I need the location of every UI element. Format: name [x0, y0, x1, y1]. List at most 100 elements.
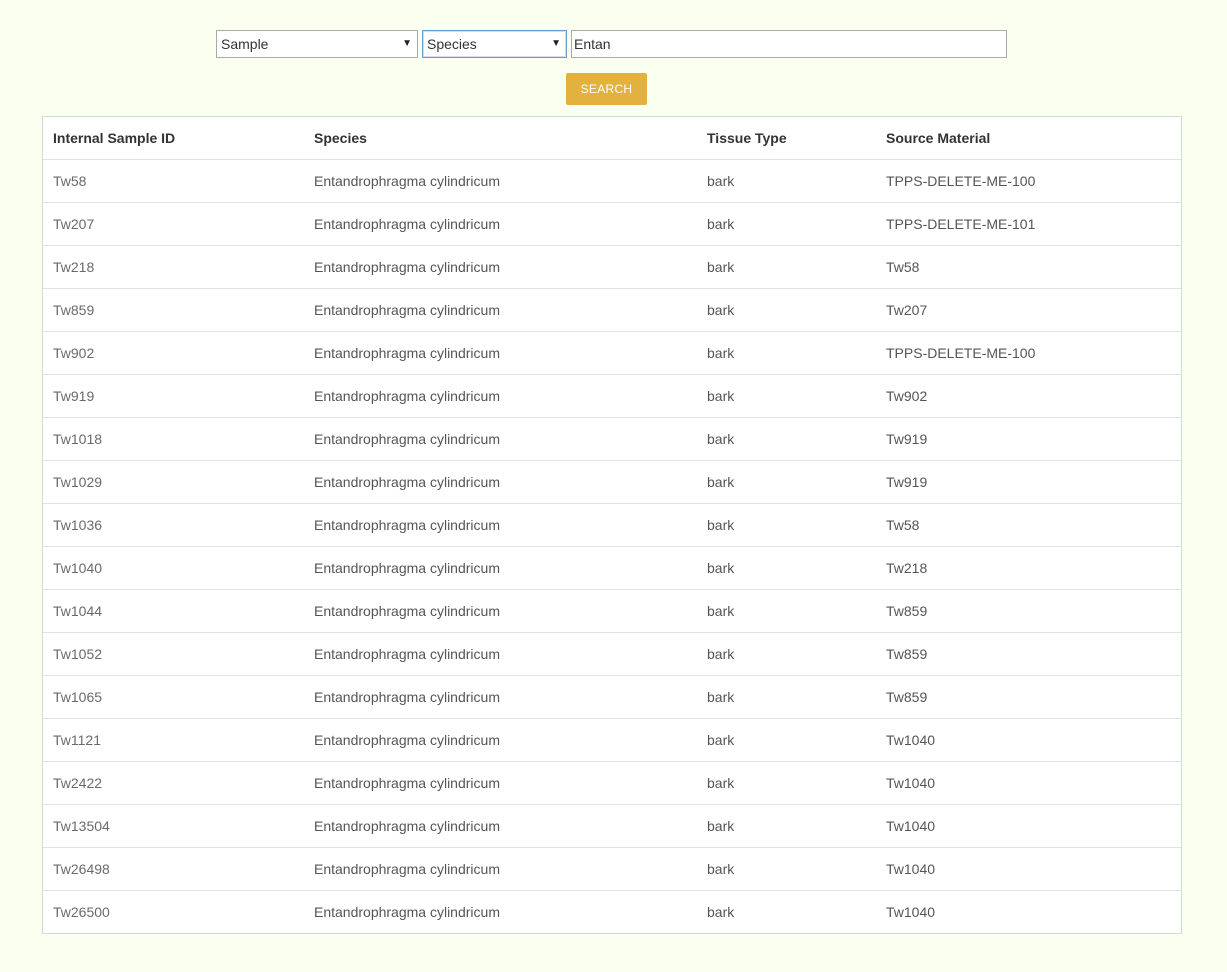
- sample-id-cell[interactable]: Tw1018: [43, 417, 304, 461]
- source-material-cell: Tw1040: [876, 718, 1181, 762]
- species-cell: Entandrophragma cylindricum: [304, 331, 697, 375]
- tissue-type-cell: bark: [697, 374, 876, 418]
- sample-id-cell[interactable]: Tw902: [43, 331, 304, 375]
- table-row[interactable]: Tw919 Entandrophragma cylindricum bark Tw90…: [43, 374, 1181, 418]
- sample-id-cell[interactable]: Tw1029: [43, 460, 304, 504]
- source-material-cell: TPPS-DELETE-ME-100: [876, 159, 1181, 203]
- filter-select[interactable]: Species ▼: [422, 30, 567, 58]
- tissue-type-cell: bark: [707, 904, 735, 920]
- table-row[interactable]: Tw1040 Entandrophragma cylindricum bark Tw2…: [43, 546, 1181, 590]
- species-cell: Entandrophragma cylindricum: [304, 804, 697, 848]
- tissue-type-cell: bark: [697, 718, 876, 762]
- source-material-cell: Tw902: [876, 374, 1181, 418]
- species-cell: Entandrophragma cylindricum: [304, 417, 697, 461]
- sample-id-cell[interactable]: Tw2422: [43, 761, 304, 805]
- source-material-cell: Tw859: [876, 632, 1181, 676]
- species-cell: Entandrophragma cylindricum: [304, 374, 697, 418]
- tissue-type-cell: bark: [697, 159, 876, 203]
- source-material-cell: Tw207: [876, 288, 1181, 332]
- field-select-value: Sample: [221, 36, 269, 52]
- tissue-type-cell: bark: [697, 288, 876, 332]
- table-row[interactable]: Tw1036 Entandrophragma cylindricum bark Tw5…: [43, 503, 1181, 547]
- table-row[interactable]: Tw13504 Entandrophragma cylindricum bark Tw…: [43, 804, 1181, 848]
- source-material-cell: Tw1040: [886, 904, 936, 920]
- table-row[interactable]: Tw218 Entandrophragma cylindricum bark Tw58: [43, 245, 1181, 289]
- sample-id-cell[interactable]: Tw919: [43, 374, 304, 418]
- sample-id-cell[interactable]: Tw218: [43, 245, 304, 289]
- source-material-cell: Tw1040: [876, 847, 1181, 891]
- column-header-tissue-type[interactable]: Tissue Type: [697, 117, 876, 160]
- species-cell: Entandrophragma cylindricum: [304, 761, 697, 805]
- table-row[interactable]: Tw859 Entandrophragma cylindricum bark Tw20…: [43, 288, 1181, 332]
- sample-id-cell[interactable]: Tw26498: [43, 847, 304, 891]
- sample-id-cell[interactable]: Tw1065: [43, 675, 304, 719]
- chevron-down-icon: ▼: [551, 38, 561, 49]
- tissue-type-cell: bark: [697, 202, 876, 246]
- column-header-sample-id[interactable]: Internal Sample ID: [43, 117, 304, 160]
- tissue-type-cell: bark: [697, 460, 876, 504]
- sample-id-cell[interactable]: Tw859: [43, 288, 304, 332]
- sample-id-cell[interactable]: Tw13504: [43, 804, 304, 848]
- table-row[interactable]: Tw1018 Entandrophragma cylindricum bark Tw9…: [43, 417, 1181, 461]
- table-row[interactable]: Tw1065 Entandrophragma cylindricum bark Tw8…: [43, 675, 1181, 719]
- source-material-cell: Tw58: [876, 245, 1181, 289]
- field-select[interactable]: Sample ▼: [216, 30, 418, 58]
- search-button[interactable]: SEARCH: [566, 73, 647, 105]
- search-bar: Sample ▼ Species ▼: [216, 30, 1007, 58]
- sample-id-cell[interactable]: Tw1121: [43, 718, 304, 762]
- species-cell: Entandrophragma cylindricum: [304, 718, 697, 762]
- source-material-cell: TPPS-DELETE-ME-101: [876, 202, 1181, 246]
- tissue-type-cell: bark: [697, 417, 876, 461]
- tissue-type-cell: bark: [697, 675, 876, 719]
- table-row[interactable]: Tw26498 Entandrophragma cylindricum bark Tw…: [43, 847, 1181, 891]
- sample-id-cell[interactable]: Tw58: [43, 159, 304, 203]
- table-body: Tw58 Entandrophragma cylindricum bark TPPS-…: [43, 159, 1181, 934]
- sample-id-cell[interactable]: Tw1036: [43, 503, 304, 547]
- filter-select-value: Species: [427, 36, 477, 52]
- tissue-type-cell: bark: [697, 847, 876, 891]
- species-cell: Entandrophragma cylindricum: [304, 460, 697, 504]
- tissue-type-cell: bark: [697, 589, 876, 633]
- source-material-cell: TPPS-DELETE-ME-100: [876, 331, 1181, 375]
- species-cell: Entandrophragma cylindricum: [304, 503, 697, 547]
- column-header-species[interactable]: Species: [304, 117, 697, 160]
- table-row[interactable]: Tw26500 Entandrophragma cylindricum bark Tw…: [43, 891, 1181, 934]
- sample-id-cell[interactable]: Tw1040: [43, 546, 304, 590]
- table-header-row: Internal Sample ID Species Tissue Type S…: [43, 117, 1181, 160]
- species-cell: Entandrophragma cylindricum: [304, 159, 697, 203]
- species-cell: Entandrophragma cylindricum: [304, 675, 697, 719]
- species-cell: Entandrophragma cylindricum: [304, 202, 697, 246]
- species-cell: Entandrophragma cylindricum: [304, 288, 697, 332]
- sample-id-cell[interactable]: Tw1052: [43, 632, 304, 676]
- table-row[interactable]: Tw2422 Entandrophragma cylindricum bark Tw1…: [43, 761, 1181, 805]
- table-row[interactable]: Tw902 Entandrophragma cylindricum bark TPPS…: [43, 331, 1181, 375]
- sample-id-cell[interactable]: Tw1044: [43, 589, 304, 633]
- chevron-down-icon: ▼: [402, 38, 412, 49]
- tissue-type-cell: bark: [697, 632, 876, 676]
- tissue-type-cell: bark: [697, 546, 876, 590]
- column-header-source-material[interactable]: Source Material: [876, 117, 1181, 160]
- sample-id-cell[interactable]: Tw207: [43, 202, 304, 246]
- table-row[interactable]: Tw1052 Entandrophragma cylindricum bark Tw8…: [43, 632, 1181, 676]
- source-material-cell: Tw1040: [876, 761, 1181, 805]
- table-row[interactable]: Tw1121 Entandrophragma cylindricum bark Tw1…: [43, 718, 1181, 762]
- search-input[interactable]: [571, 30, 1007, 58]
- tissue-type-cell: bark: [697, 245, 876, 289]
- table-row[interactable]: Tw1044 Entandrophragma cylindricum bark Tw8…: [43, 589, 1181, 633]
- tissue-type-cell: bark: [697, 503, 876, 547]
- table-row[interactable]: Tw1029 Entandrophragma cylindricum bark Tw9…: [43, 460, 1181, 504]
- source-material-cell: Tw218: [876, 546, 1181, 590]
- table-row[interactable]: Tw207 Entandrophragma cylindricum bark TPPS…: [43, 202, 1181, 246]
- tissue-type-cell: bark: [697, 804, 876, 848]
- tissue-type-cell: bark: [697, 331, 876, 375]
- species-cell: Entandrophragma cylindricum: [304, 589, 697, 633]
- source-material-cell: Tw919: [876, 417, 1181, 461]
- species-cell: Entandrophragma cylindricum: [304, 245, 697, 289]
- sample-id-cell[interactable]: Tw26500: [43, 891, 304, 934]
- species-cell: Entandrophragma cylindricum: [304, 632, 697, 676]
- tissue-type-cell: bark: [697, 761, 876, 805]
- species-cell: Entandrophragma cylindricum: [304, 546, 697, 590]
- species-cell: Entandrophragma cylindricum: [304, 847, 697, 891]
- table-row[interactable]: Tw58 Entandrophragma cylindricum bark TPPS-…: [43, 159, 1181, 203]
- source-material-cell: Tw859: [876, 589, 1181, 633]
